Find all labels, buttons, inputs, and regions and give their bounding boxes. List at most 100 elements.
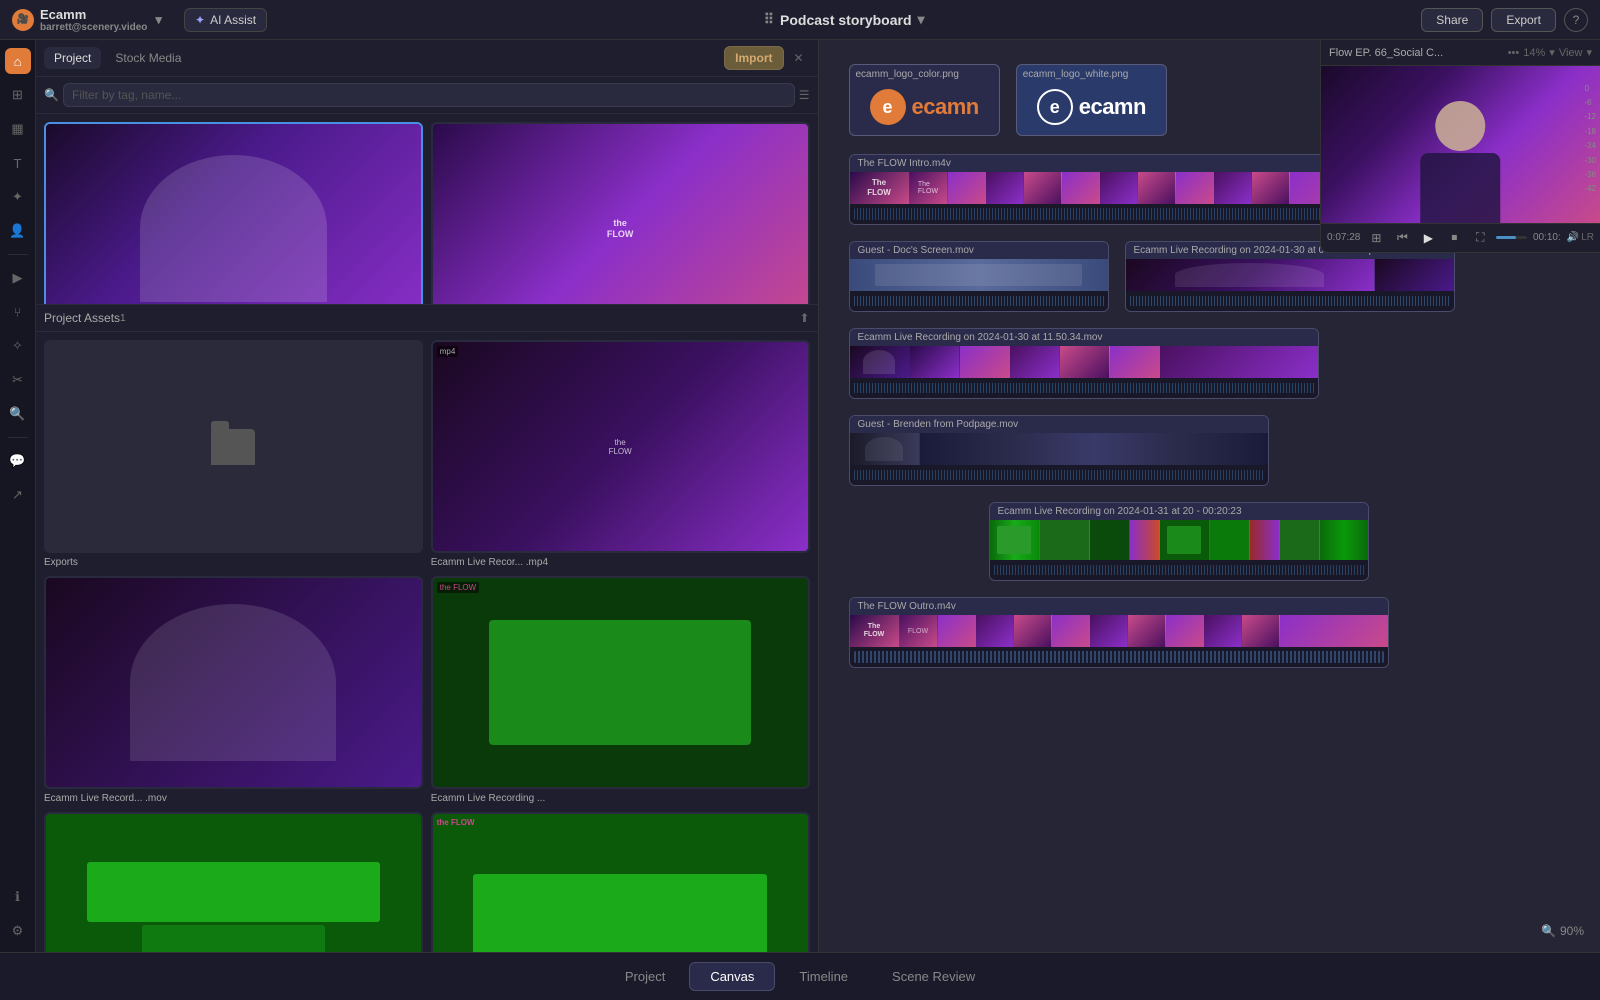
ecamm-recording-2-clip[interactable]: Ecamm Live Recording on 2024-01-30 at 11… bbox=[849, 328, 1571, 399]
logo-color-label: ecamm_logo_color.png bbox=[856, 69, 959, 80]
assets-section: Project Assets 1 ⬆ bbox=[36, 304, 818, 332]
zoom-indicator: 🔍 90% bbox=[1541, 924, 1584, 938]
tab-project[interactable]: Project bbox=[605, 963, 685, 990]
star-icon: ✦ bbox=[195, 13, 205, 27]
grid-layout-icon[interactable]: ▦ bbox=[5, 116, 31, 142]
list-item[interactable]: the FLOW Ecamm Live Recording ... bbox=[431, 576, 810, 804]
list-item[interactable]: Ecamm Live Record... .mov bbox=[44, 812, 423, 952]
tab-timeline[interactable]: Timeline bbox=[779, 963, 868, 990]
zoom-search-icon: 🔍 bbox=[1541, 924, 1556, 938]
flow-outro-label: The FLOW Outro.m4v bbox=[858, 601, 956, 612]
brand-info: Ecamm barrett@scenery.video bbox=[40, 7, 147, 33]
brand-logo[interactable]: 🎥 Ecamm barrett@scenery.video ▾ bbox=[12, 7, 172, 33]
list-item[interactable]: Flow EP. 66_Social Cut 1 bbox=[44, 122, 423, 304]
ai-assist-label: AI Assist bbox=[210, 13, 256, 27]
media-thumb: the FLOW bbox=[431, 812, 810, 952]
media-label: Ecamm Live Recor... .mp4 bbox=[431, 557, 810, 568]
preview-progress-fill bbox=[1496, 236, 1516, 239]
topbar-title[interactable]: ⠿ Podcast storyboard ▾ bbox=[764, 11, 925, 28]
brand-name: Ecamm bbox=[40, 7, 147, 22]
sidebar-tabs: Project Stock Media Import ✕ bbox=[36, 40, 818, 77]
preview-stop-icon[interactable]: ⏹ bbox=[1444, 228, 1464, 248]
settings-icon[interactable]: ⚙ bbox=[5, 918, 31, 944]
preview-video: 0-6-12-18-24-30-36-42 bbox=[1321, 66, 1600, 223]
topbar-right: Share Export ? bbox=[1421, 8, 1588, 32]
list-view-icon[interactable]: ☰ bbox=[799, 88, 810, 102]
sidebar-panel: Project Stock Media Import ✕ 🔍 ☰ Flow EP… bbox=[36, 40, 819, 952]
preview-play-icon[interactable]: ▶ bbox=[1418, 228, 1438, 248]
text-icon[interactable]: T bbox=[5, 150, 31, 176]
cut-icon[interactable]: ✂ bbox=[5, 367, 31, 393]
media-label: Exports bbox=[44, 557, 423, 568]
preview-panel: Flow EP. 66_Social C... ••• 14% ▾ View ▾ bbox=[1320, 40, 1600, 253]
preview-grid-icon[interactable]: ⊞ bbox=[1366, 228, 1386, 248]
preview-more-icon[interactable]: ••• bbox=[1508, 47, 1520, 59]
ecamm-recording-3-clip[interactable]: Ecamm Live Recording on 2024-01-31 at 20… bbox=[989, 502, 1571, 581]
logo-color-block[interactable]: ecamm_logo_color.png e ecamn bbox=[849, 64, 1000, 136]
search-input[interactable] bbox=[63, 83, 795, 107]
info-icon[interactable]: ℹ bbox=[5, 884, 31, 910]
volume-icon: 🔊 bbox=[1567, 232, 1579, 243]
upload-icon[interactable]: ⬆ bbox=[799, 311, 809, 325]
ecamm-recording-2-label: Ecamm Live Recording on 2024-01-30 at 11… bbox=[858, 332, 1103, 343]
sidebar-icon-bar: ⌂ ⊞ ▦ T ✦ 👤 ▶ ⑂ ✧ ✂ 🔍 💬 ↗ ℹ ⚙ bbox=[0, 40, 36, 952]
preview-progress[interactable] bbox=[1496, 236, 1527, 239]
shapes-icon[interactable]: ✦ bbox=[5, 184, 31, 210]
brenden-label: Guest - Brenden from Podpage.mov bbox=[858, 419, 1019, 430]
preview-prev-icon[interactable]: ⏮ bbox=[1392, 228, 1412, 248]
tab-stock-media[interactable]: Stock Media bbox=[105, 47, 191, 69]
list-item[interactable]: theFLOW Scene 1 bbox=[431, 122, 810, 304]
zoom-chevron-icon[interactable]: ▾ bbox=[1549, 46, 1555, 59]
search-icon[interactable]: 🔍 bbox=[5, 401, 31, 427]
docs-screen-clip[interactable]: Guest - Doc's Screen.mov bbox=[849, 241, 1109, 312]
people-icon[interactable]: 👤 bbox=[5, 218, 31, 244]
zoom-value: 90% bbox=[1560, 924, 1584, 938]
ecamm-white-logo: e ecamn bbox=[1037, 89, 1146, 125]
media-thumb bbox=[44, 576, 423, 789]
preview-controls: 0:07:28 ⊞ ⏮ ▶ ⏹ ⛶ 00:10: 🔊 LR bbox=[1321, 223, 1600, 252]
share-icon[interactable]: ↗ bbox=[5, 482, 31, 508]
media-thumb bbox=[44, 122, 423, 304]
list-item[interactable]: the FLOW Ecamm Live Record... .mov bbox=[431, 812, 810, 952]
list-item[interactable]: Exports bbox=[44, 340, 423, 568]
tab-scene-review[interactable]: Scene Review bbox=[872, 963, 995, 990]
tab-project[interactable]: Project bbox=[44, 47, 101, 69]
preview-volume[interactable]: 🔊 LR bbox=[1567, 232, 1594, 243]
preview-crop-icon[interactable]: ⛶ bbox=[1470, 228, 1490, 248]
ecamm-color-logo: e ecamn bbox=[870, 89, 979, 125]
assets-title: Project Assets bbox=[44, 311, 120, 325]
home-icon[interactable]: ⌂ bbox=[5, 48, 31, 74]
layers-icon[interactable]: ⊞ bbox=[5, 82, 31, 108]
preview-actions: ••• 14% ▾ View ▾ bbox=[1508, 46, 1592, 59]
bottom-tabs: Project Canvas Timeline Scene Review bbox=[0, 952, 1600, 1000]
separator bbox=[8, 254, 28, 255]
chat-icon[interactable]: 💬 bbox=[5, 448, 31, 474]
media-thumb bbox=[44, 812, 423, 952]
flow-intro-label: The FLOW Intro.m4v bbox=[858, 158, 951, 169]
sparkle-icon[interactable]: ✧ bbox=[5, 333, 31, 359]
separator2 bbox=[8, 437, 28, 438]
media-thumb: the FLOW bbox=[431, 576, 810, 789]
import-button[interactable]: Import bbox=[724, 46, 783, 70]
ai-assist-button[interactable]: ✦ AI Assist bbox=[184, 8, 267, 32]
media-thumb: mp4 theFLOW bbox=[431, 340, 810, 553]
view-chevron-icon[interactable]: ▾ bbox=[1586, 46, 1592, 59]
list-item[interactable]: Ecamm Live Record... .mov bbox=[44, 576, 423, 804]
preview-time-current: 0:07:28 bbox=[1327, 232, 1360, 243]
brenden-clip[interactable]: Guest - Brenden from Podpage.mov bbox=[849, 415, 1571, 486]
export-button[interactable]: Export bbox=[1491, 8, 1556, 32]
preview-time-end: 00:10: bbox=[1533, 232, 1561, 243]
help-button[interactable]: ? bbox=[1564, 8, 1588, 32]
logo-white-block[interactable]: ecamm_logo_white.png e ecamn bbox=[1016, 64, 1167, 136]
search-bar: 🔍 ☰ bbox=[36, 77, 818, 114]
flow-outro-clip[interactable]: The FLOW Outro.m4v TheFLOW FLOW bbox=[849, 597, 1571, 668]
logo-white-label: ecamm_logo_white.png bbox=[1023, 69, 1129, 80]
list-item[interactable]: mp4 theFLOW Ecamm Live Recor... .mp4 bbox=[431, 340, 810, 568]
ecamm-recording-3-label: Ecamm Live Recording on 2024-01-31 at 20… bbox=[998, 506, 1242, 517]
tab-canvas[interactable]: Canvas bbox=[689, 962, 775, 991]
share-button[interactable]: Share bbox=[1421, 8, 1483, 32]
branch-icon[interactable]: ⑂ bbox=[5, 299, 31, 325]
close-icon[interactable]: ✕ bbox=[788, 47, 810, 69]
play-icon[interactable]: ▶ bbox=[5, 265, 31, 291]
topbar-center: ⠿ Podcast storyboard ▾ bbox=[279, 11, 1409, 28]
